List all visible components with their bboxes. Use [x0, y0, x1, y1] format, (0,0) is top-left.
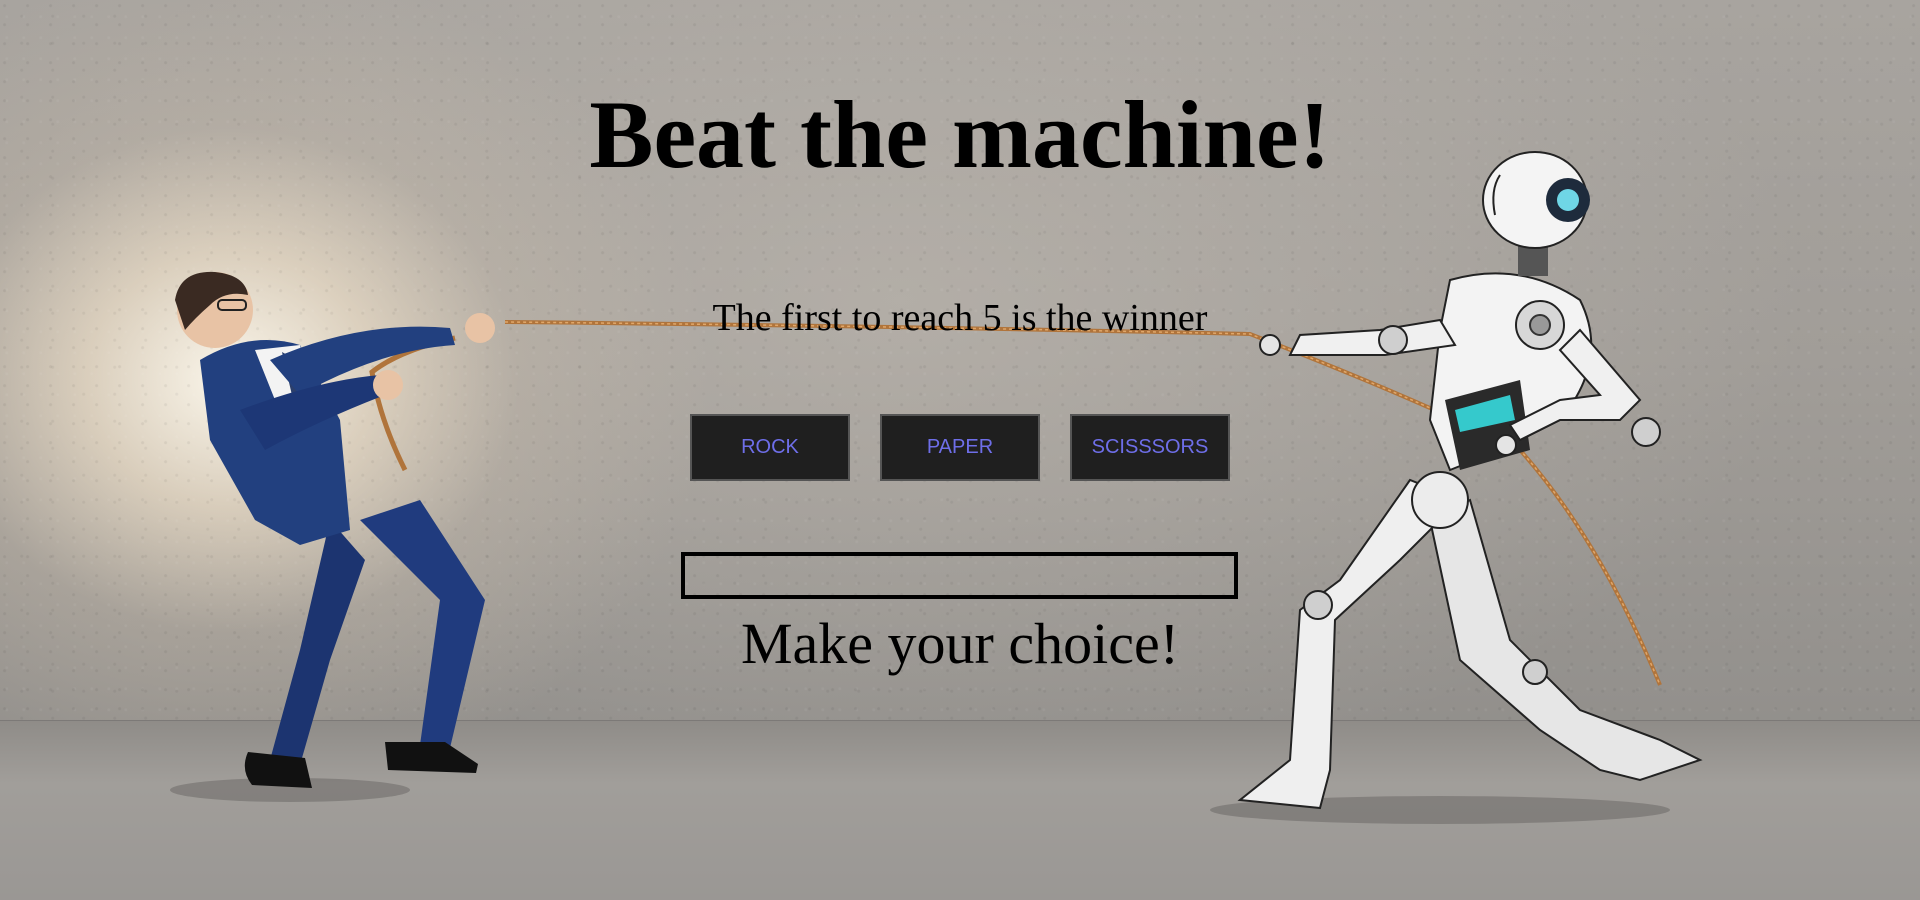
status-message: Make your choice! — [740, 611, 1180, 676]
result-display — [681, 552, 1238, 599]
rock-button[interactable]: ROCK — [690, 414, 850, 481]
paper-button[interactable]: PAPER — [880, 414, 1040, 481]
rules-subtitle: The first to reach 5 is the winner — [712, 297, 1208, 339]
scissors-button[interactable]: SCISSSORS — [1070, 414, 1230, 481]
robot-figure — [1237, 151, 1703, 810]
businessman-figure — [175, 271, 495, 788]
choice-buttons: ROCK PAPER SCISSSORS — [690, 414, 1230, 481]
page-title: Beat the machine! — [589, 81, 1331, 188]
